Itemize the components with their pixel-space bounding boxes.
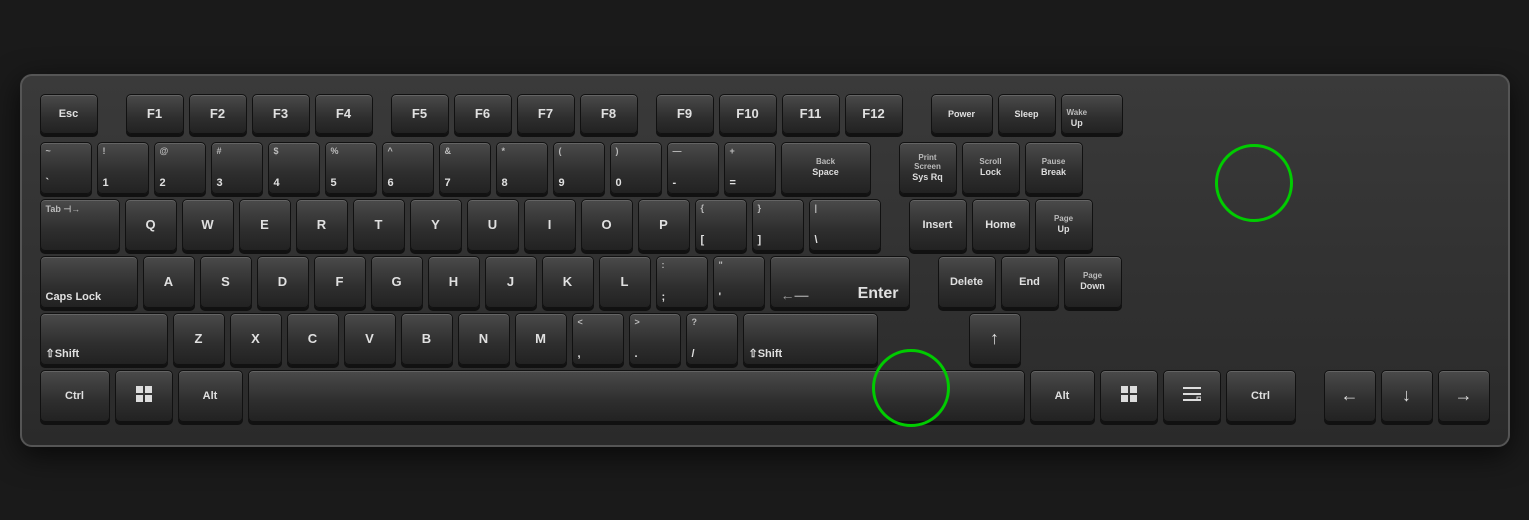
key-1[interactable]: !1 bbox=[97, 142, 149, 194]
key-k[interactable]: K bbox=[542, 256, 594, 308]
key-g[interactable]: G bbox=[371, 256, 423, 308]
key-period[interactable]: >. bbox=[629, 313, 681, 365]
key-insert[interactable]: Insert bbox=[909, 199, 967, 251]
key-esc[interactable]: Esc bbox=[40, 94, 98, 134]
key-delete[interactable]: Delete bbox=[938, 256, 996, 308]
key-s[interactable]: S bbox=[200, 256, 252, 308]
key-i[interactable]: I bbox=[524, 199, 576, 251]
key-r[interactable]: R bbox=[296, 199, 348, 251]
key-f1[interactable]: F1 bbox=[126, 94, 184, 134]
key-equals[interactable]: += bbox=[724, 142, 776, 194]
key-backspace[interactable]: BackSpace bbox=[781, 142, 871, 194]
key-lbracket[interactable]: {[ bbox=[695, 199, 747, 251]
key-quote[interactable]: "' bbox=[713, 256, 765, 308]
number-row: ~` !1 @2 #3 $4 %5 ^6 &7 *8 (9 )0 —- += B… bbox=[40, 142, 1490, 194]
key-l[interactable]: L bbox=[599, 256, 651, 308]
key-backtick[interactable]: ~` bbox=[40, 142, 92, 194]
key-end[interactable]: End bbox=[1001, 256, 1059, 308]
key-f6[interactable]: F6 bbox=[454, 94, 512, 134]
key-page-down[interactable]: PageDown bbox=[1064, 256, 1122, 308]
key-right-win[interactable] bbox=[1100, 370, 1158, 422]
key-u[interactable]: U bbox=[467, 199, 519, 251]
key-enter[interactable]: ←— Enter bbox=[770, 256, 910, 308]
home-row: Caps Lock A S D F G H J K L :; "' ←— Ent… bbox=[40, 256, 1490, 308]
key-spacebar[interactable] bbox=[248, 370, 1025, 422]
key-f4[interactable]: F4 bbox=[315, 94, 373, 134]
key-right-ctrl[interactable]: Ctrl bbox=[1226, 370, 1296, 422]
key-f11[interactable]: F11 bbox=[782, 94, 840, 134]
key-w[interactable]: W bbox=[182, 199, 234, 251]
key-a[interactable]: A bbox=[143, 256, 195, 308]
key-slash[interactable]: ?/ bbox=[686, 313, 738, 365]
key-p[interactable]: P bbox=[638, 199, 690, 251]
key-left-ctrl[interactable]: Ctrl bbox=[40, 370, 110, 422]
key-left-shift[interactable]: ⇧Shift bbox=[40, 313, 168, 365]
key-8[interactable]: *8 bbox=[496, 142, 548, 194]
key-sleep[interactable]: Sleep bbox=[998, 94, 1056, 134]
fn-row: Esc F1 F2 F3 F4 F5 F6 F7 F8 F9 F10 F11 F… bbox=[40, 94, 1490, 134]
key-d[interactable]: D bbox=[257, 256, 309, 308]
key-f[interactable]: F bbox=[314, 256, 366, 308]
key-0[interactable]: )0 bbox=[610, 142, 662, 194]
key-f3[interactable]: F3 bbox=[252, 94, 310, 134]
key-e[interactable]: E bbox=[239, 199, 291, 251]
key-menu[interactable] bbox=[1163, 370, 1221, 422]
keyboard: Esc F1 F2 F3 F4 F5 F6 F7 F8 F9 F10 F11 F… bbox=[20, 74, 1510, 447]
key-scroll-lock[interactable]: ScrollLock bbox=[962, 142, 1020, 194]
key-9[interactable]: (9 bbox=[553, 142, 605, 194]
key-caps-lock[interactable]: Caps Lock bbox=[40, 256, 138, 308]
key-print-screen[interactable]: PrintScreenSys Rq bbox=[899, 142, 957, 194]
key-backslash[interactable]: |\ bbox=[809, 199, 881, 251]
key-t[interactable]: T bbox=[353, 199, 405, 251]
key-y[interactable]: Y bbox=[410, 199, 462, 251]
key-7[interactable]: &7 bbox=[439, 142, 491, 194]
key-5[interactable]: %5 bbox=[325, 142, 377, 194]
key-f10[interactable]: F10 bbox=[719, 94, 777, 134]
key-f9[interactable]: F9 bbox=[656, 94, 714, 134]
key-x[interactable]: X bbox=[230, 313, 282, 365]
key-z[interactable]: Z bbox=[173, 313, 225, 365]
key-n[interactable]: N bbox=[458, 313, 510, 365]
key-arrow-right[interactable]: → bbox=[1438, 370, 1490, 422]
key-j[interactable]: J bbox=[485, 256, 537, 308]
key-minus[interactable]: —- bbox=[667, 142, 719, 194]
key-q[interactable]: Q bbox=[125, 199, 177, 251]
key-o[interactable]: O bbox=[581, 199, 633, 251]
key-f2[interactable]: F2 bbox=[189, 94, 247, 134]
qwerty-row: Tab ⊣→ Q W E R T Y U I O P {[ }] |\ Inse… bbox=[40, 199, 1490, 251]
key-h[interactable]: H bbox=[428, 256, 480, 308]
key-left-alt[interactable]: Alt bbox=[178, 370, 243, 422]
shift-row: ⇧Shift Z X C V B N M <, >. ?/ ⇧Shift ↑ bbox=[40, 313, 1490, 365]
key-comma[interactable]: <, bbox=[572, 313, 624, 365]
key-c[interactable]: C bbox=[287, 313, 339, 365]
key-rbracket[interactable]: }] bbox=[752, 199, 804, 251]
key-page-up[interactable]: PageUp bbox=[1035, 199, 1093, 251]
key-home[interactable]: Home bbox=[972, 199, 1030, 251]
key-f7[interactable]: F7 bbox=[517, 94, 575, 134]
key-f5[interactable]: F5 bbox=[391, 94, 449, 134]
key-b[interactable]: B bbox=[401, 313, 453, 365]
key-wake-up[interactable]: WakeUp bbox=[1061, 94, 1123, 134]
key-6[interactable]: ^6 bbox=[382, 142, 434, 194]
key-right-shift[interactable]: ⇧Shift bbox=[743, 313, 878, 365]
bottom-row: Ctrl Alt Alt bbox=[40, 370, 1490, 422]
key-right-alt[interactable]: Alt bbox=[1030, 370, 1095, 422]
key-2[interactable]: @2 bbox=[154, 142, 206, 194]
key-pause-break[interactable]: PauseBreak bbox=[1025, 142, 1083, 194]
key-f8[interactable]: F8 bbox=[580, 94, 638, 134]
key-arrow-up[interactable]: ↑ bbox=[969, 313, 1021, 365]
key-arrow-left[interactable]: ← bbox=[1324, 370, 1376, 422]
key-v[interactable]: V bbox=[344, 313, 396, 365]
key-tab[interactable]: Tab ⊣→ bbox=[40, 199, 120, 251]
key-left-win[interactable] bbox=[115, 370, 173, 422]
key-3[interactable]: #3 bbox=[211, 142, 263, 194]
key-4[interactable]: $4 bbox=[268, 142, 320, 194]
key-m[interactable]: M bbox=[515, 313, 567, 365]
key-power[interactable]: Power bbox=[931, 94, 993, 134]
key-arrow-down[interactable]: ↓ bbox=[1381, 370, 1433, 422]
key-semicolon[interactable]: :; bbox=[656, 256, 708, 308]
key-f12[interactable]: F12 bbox=[845, 94, 903, 134]
